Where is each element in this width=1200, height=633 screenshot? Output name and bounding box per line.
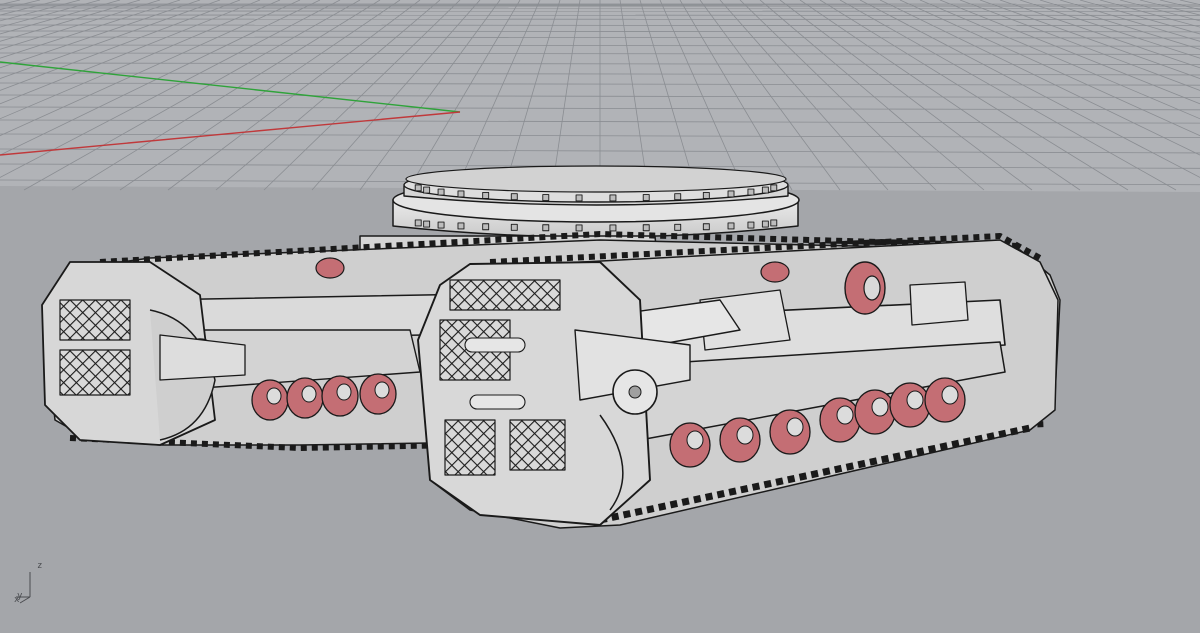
bolt [423, 186, 431, 194]
bolt [747, 188, 755, 196]
roller-hub [374, 381, 390, 399]
bolt [747, 221, 755, 229]
bolt [482, 192, 490, 199]
bolt [674, 223, 682, 231]
bolt [609, 224, 617, 232]
slewing-ring [392, 165, 800, 238]
bolt [770, 219, 778, 227]
roller-hub [786, 417, 804, 437]
roller-hub [266, 387, 282, 405]
bolt [457, 190, 465, 198]
roller-hub [301, 385, 317, 403]
roller-hub [836, 405, 854, 425]
bolt [727, 190, 735, 198]
bolt [510, 223, 518, 231]
bolt [702, 192, 710, 199]
bolt [542, 224, 550, 232]
bolt [702, 223, 710, 231]
bolt [414, 219, 422, 227]
roller-hub [336, 383, 352, 401]
bolt [727, 222, 735, 230]
axis-z-label: z [37, 561, 43, 571]
bolt [437, 221, 445, 229]
bolt [437, 188, 445, 196]
roller-hub [686, 430, 704, 450]
tracked-undercarriage-model[interactable] [41, 165, 1061, 529]
bolt [575, 194, 583, 202]
bolt [761, 186, 769, 194]
roller-hub [871, 397, 889, 417]
bolt [609, 194, 617, 202]
roller-hub [906, 390, 924, 410]
axis-x-label: x [14, 595, 20, 605]
bolt [642, 224, 650, 232]
bolt [761, 220, 769, 228]
bolt [770, 184, 778, 192]
bolt [423, 220, 431, 228]
bolt [457, 222, 465, 230]
roller-hub [736, 425, 754, 445]
bolt [575, 224, 583, 232]
bolt [414, 184, 422, 192]
bolt [674, 193, 682, 201]
rhino-perspective-viewport[interactable]: z y x [0, 0, 1200, 633]
viewport-canvas[interactable] [0, 0, 1200, 633]
roller-hub [941, 385, 959, 405]
bolt [482, 223, 490, 231]
bolt [542, 194, 550, 201]
bolt [510, 193, 518, 201]
bolt [642, 194, 650, 201]
construction-grid [0, 0, 1200, 192]
